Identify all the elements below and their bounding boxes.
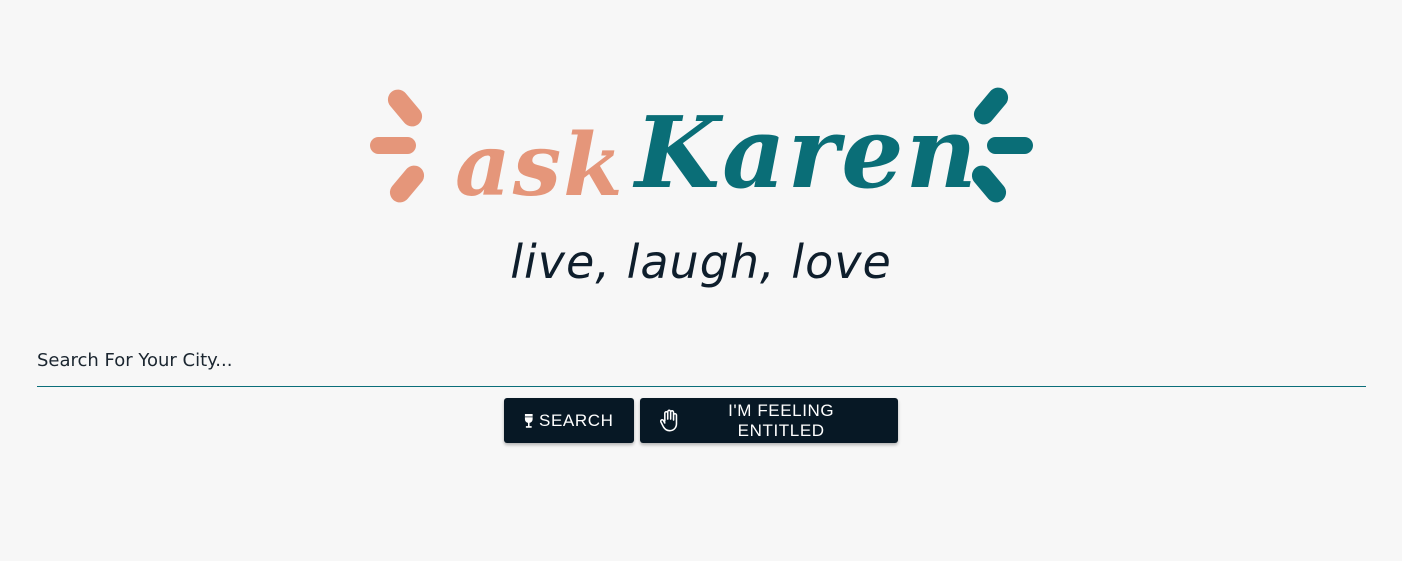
search-button-label: SEARCH: [539, 410, 614, 430]
action-buttons: SEARCH I'M FEELING ENTITLED: [0, 398, 1402, 443]
city-search-input[interactable]: [37, 340, 1366, 380]
tagline: live, laugh, love: [510, 235, 892, 289]
right-spark-top: [969, 83, 1013, 129]
askkaren-logo: ask Karen: [365, 65, 1037, 215]
feeling-entitled-button[interactable]: I'M FEELING ENTITLED: [639, 398, 898, 443]
left-spark-bottom: [385, 161, 429, 207]
logo-karen-text: Karen: [635, 96, 979, 211]
home-page: ask Karen live, laugh, love SEARCH I'M F…: [0, 0, 1402, 561]
city-search-field: [37, 340, 1366, 387]
raised-hand-icon: [659, 409, 677, 431]
left-spark-middle: [370, 137, 416, 154]
left-spark-top: [383, 85, 427, 131]
search-button[interactable]: SEARCH: [503, 398, 634, 443]
logo-ask-text: ask: [455, 115, 625, 216]
wine-glass-icon: [524, 413, 533, 428]
feeling-entitled-button-label: I'M FEELING ENTITLED: [728, 400, 835, 440]
right-spark-middle: [987, 137, 1033, 154]
